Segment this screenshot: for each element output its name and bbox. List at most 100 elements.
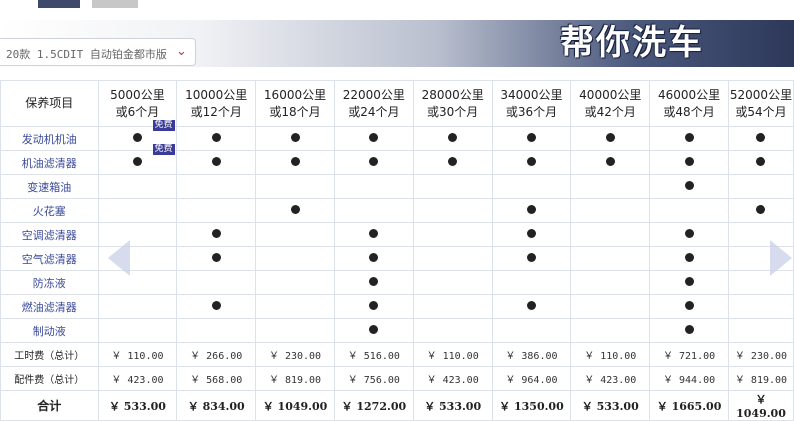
scroll-right-arrow-icon[interactable]	[770, 240, 792, 276]
schedule-cell	[727, 198, 794, 223]
labor-cost: ￥ 721.00	[649, 342, 729, 367]
required-dot-icon	[132, 133, 142, 142]
item-name[interactable]: 防冻液	[0, 270, 99, 295]
free-badge: 免费	[152, 144, 175, 155]
total-row-label: 合计	[0, 390, 99, 421]
total-cost: ￥ 1350.00	[491, 390, 572, 421]
top-tab-active[interactable]	[38, 0, 80, 8]
schedule-cell	[255, 126, 335, 151]
top-tab-inactive[interactable]	[92, 0, 138, 8]
schedule-cell	[649, 318, 729, 343]
corner-label: 保养项目	[0, 80, 99, 127]
schedule-cell	[176, 246, 257, 271]
schedule-cell	[491, 246, 572, 271]
schedule-cell	[255, 198, 335, 223]
schedule-cell	[727, 174, 794, 199]
schedule-cell	[176, 222, 257, 247]
schedule-cell	[333, 246, 414, 271]
schedule-cell	[333, 318, 414, 343]
parts-cost: ￥ 756.00	[333, 366, 414, 391]
interval-header: 34000公里 或36个月	[491, 80, 572, 127]
schedule-cell	[649, 198, 729, 223]
parts-cost: ￥ 423.00	[97, 366, 178, 391]
interval-months: 或54个月	[735, 104, 787, 119]
labor-cost: ￥ 266.00	[176, 342, 257, 367]
parts-cost: ￥ 423.00	[570, 366, 651, 391]
schedule-cell	[649, 126, 729, 151]
schedule-cell	[491, 174, 572, 199]
scroll-left-arrow-icon[interactable]	[108, 240, 130, 276]
schedule-cell	[570, 294, 651, 319]
interval-header: 40000公里 或42个月	[570, 80, 651, 127]
schedule-cell	[412, 222, 493, 247]
schedule-cell	[255, 150, 335, 175]
labor-cost: ￥ 110.00	[570, 342, 651, 367]
schedule-cell	[570, 150, 651, 175]
item-name[interactable]: 机油滤清器	[0, 150, 99, 175]
item-name[interactable]: 燃油滤清器	[0, 294, 99, 319]
item-name[interactable]: 火花塞	[0, 198, 99, 223]
schedule-cell	[333, 222, 414, 247]
chevron-down-icon: ⌄	[176, 44, 187, 59]
required-dot-icon	[684, 229, 694, 238]
required-dot-icon	[605, 157, 615, 166]
required-dot-icon	[211, 253, 221, 262]
required-dot-icon	[369, 325, 379, 334]
required-dot-icon	[290, 157, 300, 166]
total-cost: ￥ 1665.00	[649, 390, 729, 421]
required-dot-icon	[448, 133, 458, 142]
schedule-cell	[97, 198, 178, 223]
interval-km: 28000公里	[421, 87, 484, 102]
car-model-value: 20款 1.5CDIT 自动铂金都市版	[6, 48, 167, 61]
schedule-cell	[412, 126, 493, 151]
item-name[interactable]: 空调滤清器	[0, 222, 99, 247]
schedule-cell	[649, 222, 729, 247]
required-dot-icon	[684, 181, 694, 190]
interval-months: 或18个月	[269, 104, 321, 119]
interval-header: 10000公里 或12个月	[176, 80, 257, 127]
schedule-cell	[491, 198, 572, 223]
required-dot-icon	[526, 133, 536, 142]
schedule-cell	[412, 270, 493, 295]
parts-cost: ￥ 964.00	[491, 366, 572, 391]
schedule-cell	[176, 294, 257, 319]
required-dot-icon	[526, 253, 536, 262]
item-name[interactable]: 空气滤清器	[0, 246, 99, 271]
schedule-cell	[333, 294, 414, 319]
schedule-cell	[176, 150, 257, 175]
labor-cost: ￥ 230.00	[727, 342, 794, 367]
schedule-cell	[491, 222, 572, 247]
item-name[interactable]: 发动机机油	[0, 126, 99, 151]
schedule-cell	[491, 318, 572, 343]
parts-row-label: 配件费（总计）	[0, 366, 99, 391]
schedule-cell: 免费	[97, 144, 178, 175]
schedule-cell	[727, 150, 794, 175]
parts-cost: ￥ 423.00	[412, 366, 493, 391]
interval-header: 52000公里 或54个月	[727, 80, 794, 127]
schedule-cell	[649, 174, 729, 199]
schedule-cell	[176, 318, 257, 343]
required-dot-icon	[132, 157, 142, 166]
table-row: 燃油滤清器	[0, 294, 794, 319]
total-cost: ￥ 533.00	[570, 390, 651, 421]
schedule-cell	[255, 246, 335, 271]
schedule-cell	[255, 294, 335, 319]
required-dot-icon	[756, 133, 766, 142]
schedule-cell	[727, 294, 794, 319]
required-dot-icon	[290, 205, 300, 214]
schedule-cell	[570, 126, 651, 151]
schedule-cell	[255, 270, 335, 295]
schedule-cell	[570, 318, 651, 343]
item-name[interactable]: 变速箱油	[0, 174, 99, 199]
total-cost: ￥ 533.00	[97, 390, 178, 421]
car-model-select[interactable]: 20款 1.5CDIT 自动铂金都市版 ⌄	[0, 38, 196, 66]
interval-km: 40000公里	[579, 87, 642, 102]
required-dot-icon	[211, 157, 221, 166]
total-cost: ￥ 834.00	[176, 390, 257, 421]
required-dot-icon	[684, 301, 694, 310]
interval-km: 16000公里	[263, 87, 327, 102]
required-dot-icon	[605, 133, 615, 142]
item-name[interactable]: 制动液	[0, 318, 99, 343]
table-row: 机油滤清器 免费	[0, 144, 794, 175]
interval-km: 22000公里	[342, 87, 405, 102]
